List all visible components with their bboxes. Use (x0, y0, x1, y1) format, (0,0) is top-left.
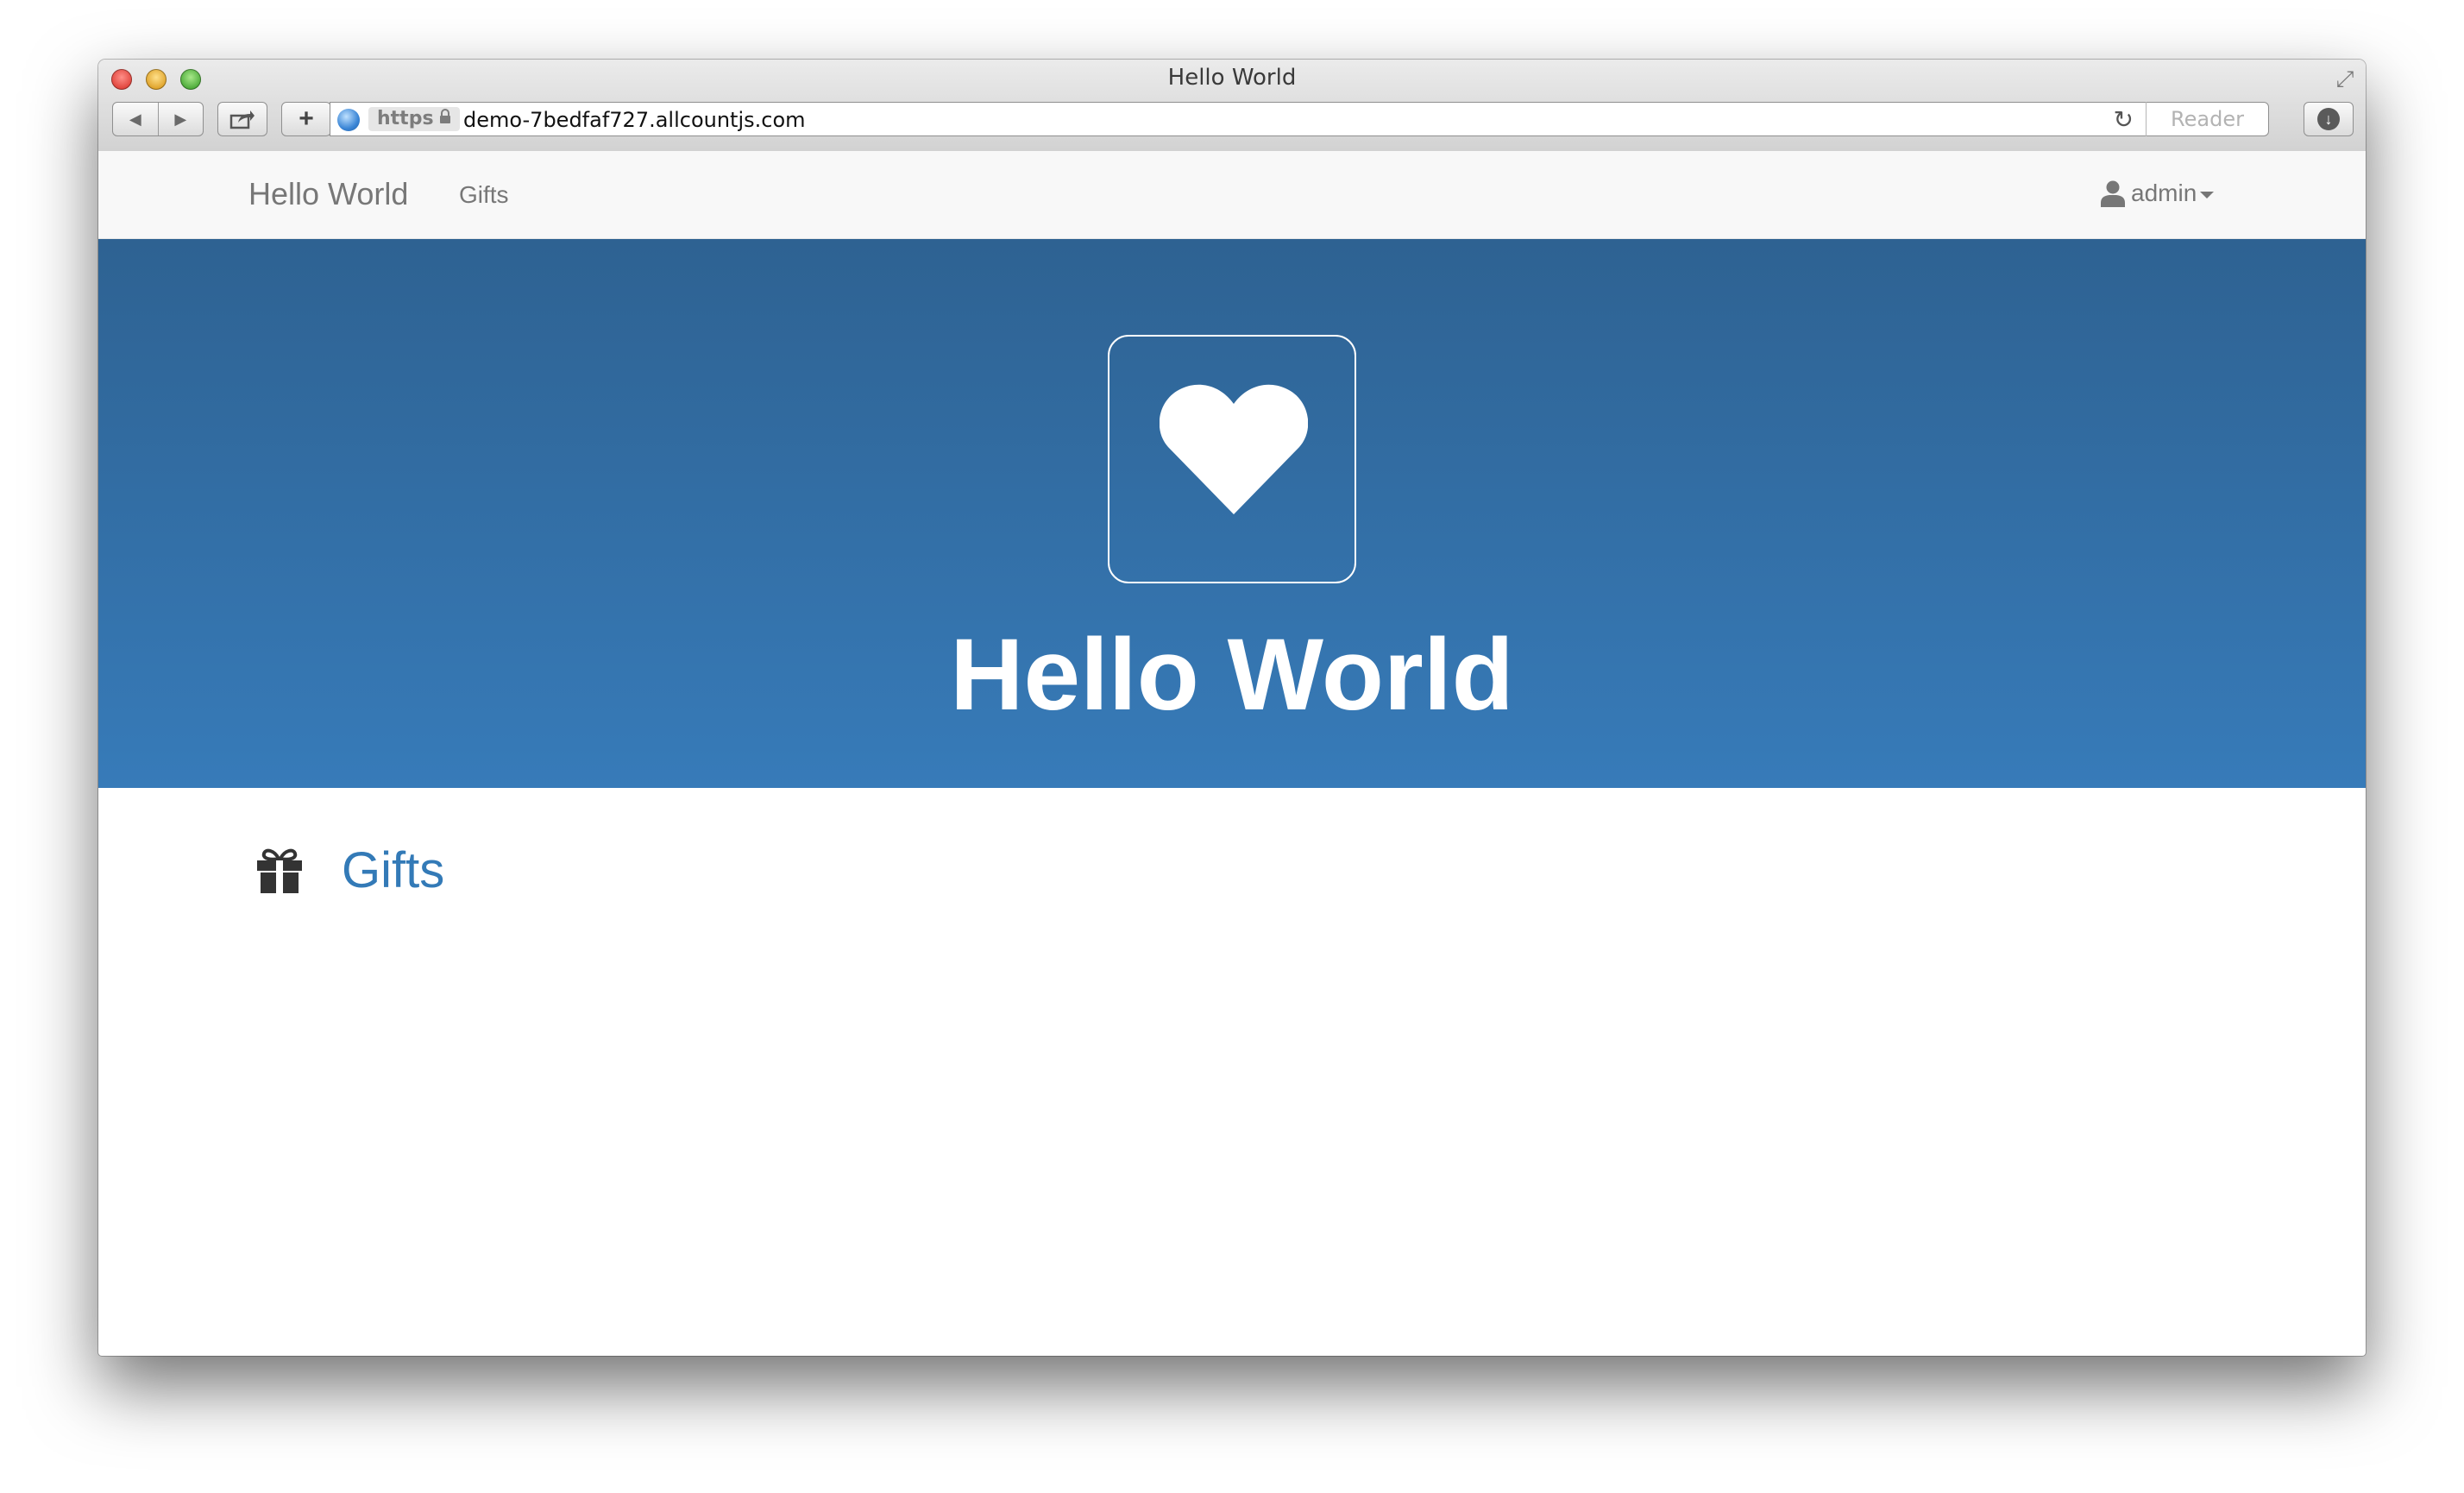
menu-item-gifts[interactable]: Gifts (255, 841, 444, 901)
security-badge: https (368, 107, 460, 131)
forward-icon[interactable]: ▶ (157, 103, 204, 135)
download-icon: ↓ (2317, 108, 2340, 130)
user-icon (2101, 180, 2125, 207)
navbar-brand[interactable]: Hello World (248, 175, 408, 213)
hero-title: Hello World (950, 618, 1514, 732)
lock-icon (439, 109, 450, 123)
address-bar[interactable]: https demo-7bedfaf727.allcountjs.com ↻ R… (330, 102, 2269, 136)
gift-icon (257, 848, 302, 893)
share-icon (229, 110, 255, 129)
heart-icon (1160, 384, 1308, 514)
app-navbar: Hello World Gifts admin (98, 151, 2366, 239)
reader-button[interactable]: Reader (2146, 102, 2268, 136)
reload-icon[interactable]: ↻ (2114, 106, 2134, 134)
nav-link-gifts[interactable]: Gifts (459, 180, 509, 210)
menu-item-label[interactable]: Gifts (342, 841, 444, 901)
hero-icon-frame (1108, 335, 1356, 583)
back-icon[interactable]: ◀ (113, 103, 158, 135)
url-scheme: https (377, 108, 434, 129)
fullscreen-icon[interactable]: ⤢ (2331, 65, 2359, 92)
window-title: Hello World (1167, 65, 1297, 91)
hero-banner: Hello World (98, 239, 2366, 788)
new-tab-icon[interactable]: + (281, 102, 331, 136)
user-menu-toggle[interactable]: admin (2100, 179, 2215, 208)
browser-window: Hello World ⤢ ◀ ▶ + https demo-7bedfaf72… (98, 60, 2366, 1356)
globe-icon (337, 109, 360, 131)
browser-toolbar: Hello World ⤢ ◀ ▶ + https demo-7bedfaf72… (98, 60, 2366, 153)
url-text[interactable]: demo-7bedfaf727.allcountjs.com (463, 107, 806, 133)
chevron-down-icon (2200, 192, 2215, 198)
downloads-button[interactable]: ↓ (2304, 102, 2354, 136)
user-name: admin (2131, 180, 2197, 206)
back-forward-group: ◀ ▶ (112, 102, 204, 136)
share-button[interactable] (217, 102, 267, 136)
